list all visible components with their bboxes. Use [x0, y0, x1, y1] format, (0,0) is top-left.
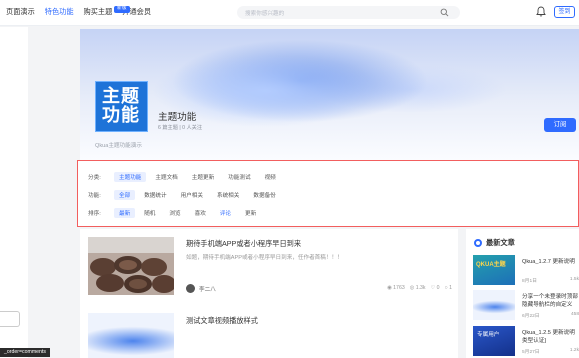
logo-line-2: 功能 — [102, 105, 140, 125]
widget-title: 最新文章 — [474, 238, 515, 248]
feature-option[interactable]: 用户相关 — [176, 190, 208, 200]
category-option[interactable]: 主题更新 — [187, 172, 219, 182]
article-title[interactable]: 测试文章视频播放样式 — [186, 316, 258, 326]
sidebar-item-subtitle: 隐藏导航栏的自定义 — [522, 302, 573, 308]
main-nav: 页面演示 特色功能 购买主题 开通会员 新版 — [6, 6, 151, 17]
feature-label: 功能: — [88, 193, 101, 199]
sidebar-item[interactable]: 专属用户 Qkua_1.2.5 更新说明 类型认证] 5月27日 1.2k — [473, 326, 579, 356]
feature-option[interactable]: 数据备份 — [248, 190, 280, 200]
likes-stat: ♡ 0 — [431, 285, 440, 291]
status-tooltip: _order=comments — [0, 348, 50, 357]
sidebar-thumbnail[interactable]: QKUA主题 — [473, 255, 515, 285]
views-count: 1763 — [393, 285, 405, 291]
sidebar-thumbnail[interactable]: 专属用户 — [473, 326, 515, 356]
sidebar-item-title[interactable]: 分享一个未登录时顶部 — [522, 292, 578, 300]
likes-count: 0 — [436, 285, 440, 291]
avatar[interactable] — [186, 284, 195, 293]
search-placeholder: 搜索你感兴趣的 — [245, 11, 285, 17]
thumbs-up-icon: ♡ — [430, 285, 436, 291]
feature-option[interactable]: 全部 — [114, 190, 136, 200]
nav-item-demo[interactable]: 页面演示 — [6, 7, 35, 17]
left-panel — [0, 27, 28, 358]
sidebar-item-count: 458 — [570, 312, 579, 317]
article-list: 期待手机端APP或者小程序早日到来 如题，期待手机端APP或者小程序早日到来，任… — [80, 229, 458, 358]
filter-panel: 分类: 主题功能 主题文档 主题更新 功能测试 视频 功能: 全部 数据统计 用… — [77, 160, 579, 227]
sidebar-item-date: 5月27日 — [522, 350, 540, 355]
search-icon[interactable] — [440, 8, 449, 17]
left-input[interactable] — [0, 311, 20, 327]
new-badge: 新版 — [114, 6, 130, 13]
sidebar-item[interactable]: 分享一个未登录时顶部 隐藏导航栏的自定义 6月22日 458 — [473, 290, 579, 320]
replies-stat: ○ 1 — [445, 285, 452, 291]
sidebar-item-subtitle: 类型认证] — [522, 338, 546, 344]
feature-option[interactable]: 数据统计 — [139, 190, 171, 200]
sort-option[interactable]: 评论 — [215, 208, 236, 218]
search-box[interactable]: 搜索你感兴趣的 — [237, 6, 460, 19]
bell-icon[interactable] — [536, 6, 546, 17]
nav-item-buy-theme[interactable]: 购买主题 — [84, 7, 113, 17]
reply-icon: ○ — [444, 285, 448, 291]
comments-count: 1.3k — [415, 285, 426, 291]
sort-option[interactable]: 更新 — [240, 208, 261, 218]
subscribe-button[interactable]: 订阅 — [544, 118, 576, 132]
topic-hero: 主题 功能 主题功能 6 篇主题 | 0 人关注 Qkua主题功能演示 订阅 — [80, 29, 579, 160]
replies-count: 1 — [449, 285, 452, 291]
views-stat: ◉ 1763 — [387, 285, 405, 291]
category-filter-row: 分类: 主题功能 主题文档 主题更新 功能测试 视频 — [88, 172, 285, 182]
sort-option[interactable]: 最新 — [114, 208, 136, 218]
sort-option[interactable]: 随机 — [139, 208, 160, 218]
category-option[interactable]: 视频 — [260, 172, 281, 182]
article-thumbnail[interactable] — [88, 237, 174, 295]
author-name[interactable]: 李二八 — [199, 285, 216, 293]
sidebar-item-title[interactable]: Qkua_1.2.7 更新说明 — [522, 257, 575, 265]
article-excerpt: 如题，期待手机端APP或者小程序早日到来，任作者首稿！！！ — [186, 255, 343, 261]
article-title[interactable]: 期待手机端APP或者小程序早日到来 — [186, 239, 301, 249]
topic-description: Qkua主题功能演示 — [95, 143, 142, 149]
article-stats: ◉ 1763 ◎ 1.3k ♡ 0 ○ 1 — [387, 285, 452, 291]
sidebar-item[interactable]: QKUA主题 Qkua_1.2.7 更新说明 8月1日 1.5k — [473, 255, 579, 285]
comment-icon: ◎ — [409, 285, 415, 291]
latest-articles-widget: 最新文章 QKUA主题 Qkua_1.2.7 更新说明 8月1日 1.5k 分享… — [466, 229, 579, 358]
hero-banner — [80, 29, 579, 160]
nav-item-features[interactable]: 特色功能 — [45, 7, 74, 17]
signin-button[interactable]: 签到 — [554, 6, 575, 18]
topic-meta: 6 篇主题 | 0 人关注 — [158, 125, 203, 131]
widget-title-text: 最新文章 — [486, 238, 515, 247]
sort-option[interactable]: 浏览 — [164, 208, 185, 218]
sort-label: 排序: — [88, 211, 101, 217]
circle-icon — [474, 239, 482, 247]
feature-option[interactable]: 系统相关 — [212, 190, 244, 200]
article-thumbnail[interactable] — [88, 313, 174, 358]
sidebar-item-count: 1.5k — [569, 277, 579, 282]
category-label: 分类: — [88, 175, 101, 181]
feature-filter-row: 功能: 全部 数据统计 用户相关 系统相关 数据备份 — [88, 190, 285, 200]
article-author[interactable]: 李二八 — [186, 284, 216, 293]
thumbnail-label: QKUA主题 — [476, 262, 506, 268]
cookies-image — [88, 237, 174, 295]
category-option[interactable]: 功能测试 — [223, 172, 255, 182]
sidebar-item-count: 1.2k — [569, 348, 579, 353]
sort-filter-row: 排序: 最新 随机 浏览 喜欢 评论 更新 — [88, 208, 265, 218]
sidebar-thumbnail[interactable] — [473, 290, 515, 320]
sort-option[interactable]: 喜欢 — [190, 208, 211, 218]
sidebar-item-title[interactable]: Qkua_1.2.5 更新说明 — [522, 328, 575, 336]
category-option[interactable]: 主题功能 — [114, 172, 147, 182]
top-navbar: 页面演示 特色功能 购买主题 开通会员 新版 搜索你感兴趣的 签到 — [0, 0, 579, 26]
category-option[interactable]: 主题文档 — [150, 172, 182, 182]
sidebar-item-date: 6月22日 — [522, 314, 540, 319]
logo-line-1: 主题 — [102, 86, 140, 106]
thumbnail-label: 专属用户 — [477, 332, 500, 338]
topic-logo: 主题 功能 — [95, 81, 148, 132]
sidebar-item-date: 8月1日 — [522, 279, 537, 284]
eye-icon: ◉ — [387, 285, 392, 291]
topic-title: 主题功能 — [158, 112, 197, 123]
comments-stat: ◎ 1.3k — [410, 285, 426, 291]
